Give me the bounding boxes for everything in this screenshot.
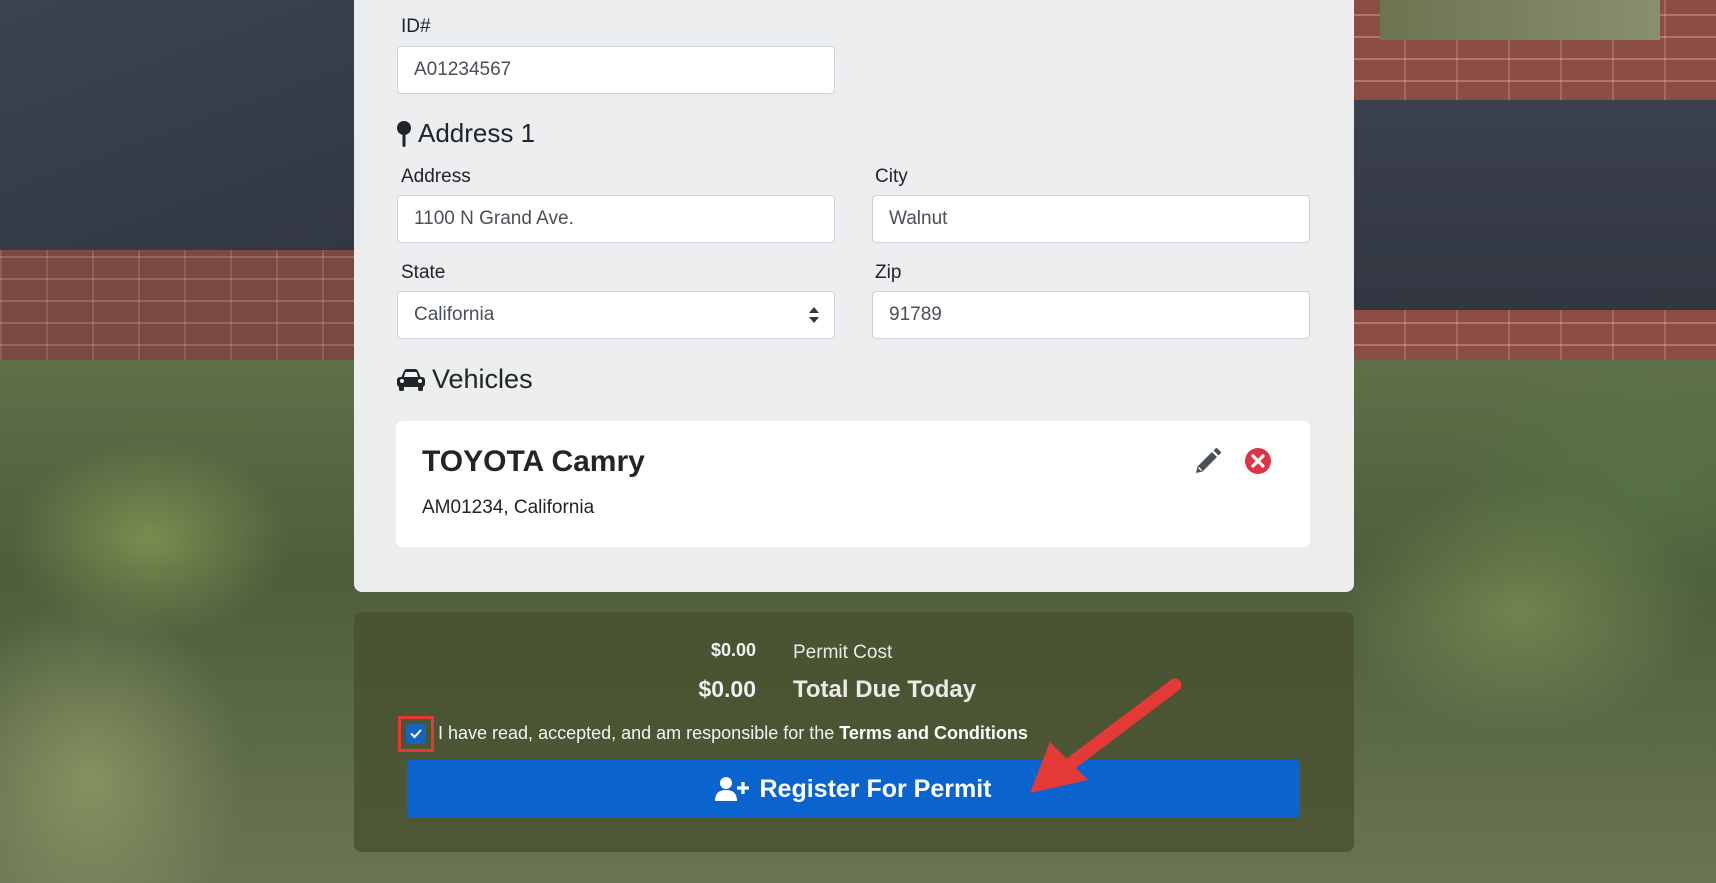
vehicle-card: TOYOTA Camry AM01234, California bbox=[396, 421, 1310, 547]
permit-cost-label: Permit Cost bbox=[793, 642, 893, 663]
remove-circle-icon bbox=[1245, 448, 1271, 474]
zip-input[interactable]: 91789 bbox=[872, 291, 1310, 339]
state-select[interactable]: California bbox=[397, 291, 835, 339]
total-due-amount: $0.00 bbox=[698, 676, 756, 702]
car-icon bbox=[397, 368, 425, 391]
registration-form-card: ID# A01234567 Address 1 Address 1100 N G… bbox=[354, 0, 1354, 592]
id-label: ID# bbox=[401, 16, 431, 37]
state-select-value: California bbox=[414, 304, 495, 325]
zip-label: Zip bbox=[875, 262, 902, 283]
map-pin-icon bbox=[397, 120, 411, 147]
select-arrows-icon bbox=[809, 307, 819, 323]
payment-panel: $0.00 Permit Cost $0.00 Total Due Today … bbox=[354, 612, 1354, 852]
background-sign-right bbox=[1352, 100, 1716, 310]
vehicle-plate: AM01234, California bbox=[422, 497, 595, 518]
user-plus-icon bbox=[715, 777, 750, 801]
terms-prefix: I have read, accepted, and am responsibl… bbox=[438, 723, 840, 743]
edit-vehicle-button[interactable] bbox=[1192, 447, 1224, 479]
terms-checkbox-highlight bbox=[398, 716, 434, 752]
terms-checkbox[interactable] bbox=[406, 724, 426, 744]
register-for-permit-button[interactable]: Register For Permit bbox=[407, 760, 1300, 818]
address-label: Address bbox=[401, 166, 471, 187]
id-input[interactable]: A01234567 bbox=[397, 46, 835, 94]
city-input[interactable]: Walnut bbox=[872, 195, 1310, 243]
pencil-icon bbox=[1196, 448, 1221, 473]
total-due-label: Total Due Today bbox=[793, 676, 977, 703]
check-icon bbox=[410, 729, 422, 739]
vehicles-section-title: Vehicles bbox=[396, 364, 533, 395]
address-section-label: Address 1 bbox=[418, 118, 536, 148]
vehicle-name: TOYOTA Camry bbox=[422, 445, 645, 478]
terms-text: I have read, accepted, and am responsibl… bbox=[438, 723, 1028, 744]
background-tree bbox=[1380, 0, 1660, 40]
remove-vehicle-button[interactable] bbox=[1244, 447, 1276, 479]
address-input[interactable]: 1100 N Grand Ave. bbox=[397, 195, 835, 243]
address-section-title: Address 1 bbox=[396, 118, 535, 149]
register-button-label: Register For Permit bbox=[759, 774, 992, 803]
city-label: City bbox=[875, 166, 908, 187]
terms-link[interactable]: Terms and Conditions bbox=[839, 723, 1028, 743]
vehicles-section-label: Vehicles bbox=[432, 364, 533, 394]
permit-cost-amount: $0.00 bbox=[710, 640, 756, 660]
state-label: State bbox=[401, 262, 446, 283]
